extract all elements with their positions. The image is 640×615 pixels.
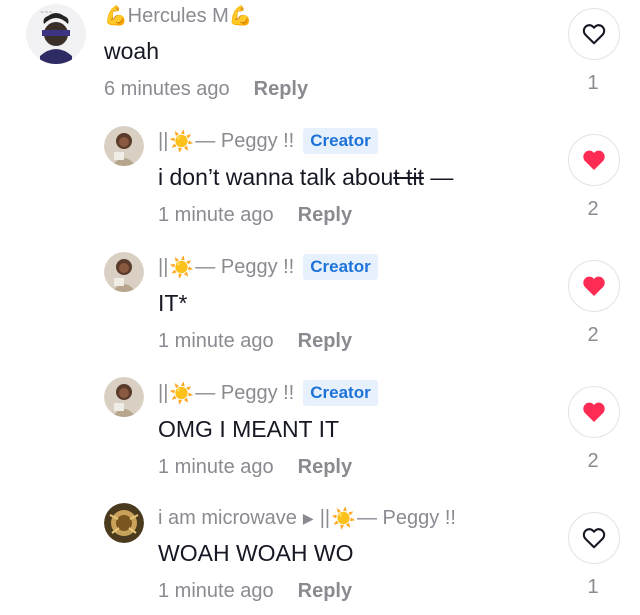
like-count: 1 <box>587 72 599 94</box>
comment-text-trailing: — <box>423 164 454 190</box>
username-prefix: || <box>158 381 169 404</box>
comment-meta: 1 minute ago Reply <box>158 580 352 603</box>
username-text: i am microwave <box>158 507 297 529</box>
creator-badge: Creator <box>303 380 378 406</box>
like-button[interactable] <box>568 260 620 312</box>
username-text: — Peggy !! <box>195 381 295 404</box>
comment-text: WOAH WOAH WO <box>158 540 354 566</box>
reply-button[interactable]: Reply <box>298 580 352 602</box>
sun-icon: ☀️ <box>169 256 195 279</box>
avatar[interactable] <box>104 377 144 417</box>
reply-button[interactable]: Reply <box>298 204 352 226</box>
comment-text: woah <box>104 38 159 64</box>
reply-button[interactable]: Reply <box>298 330 352 352</box>
comment-timestamp: 6 minutes ago <box>104 78 230 100</box>
comment-username[interactable]: || ☀️ — Peggy !! Creator <box>158 380 378 406</box>
reply-to-prefix: || <box>319 507 331 529</box>
username-prefix: || <box>158 255 169 278</box>
username-text: Hercules M <box>127 4 229 27</box>
heart-outline-icon <box>582 528 606 549</box>
comment-text: OMG I MEANT IT <box>158 416 340 442</box>
heart-filled-icon <box>583 150 605 170</box>
comment-username[interactable]: || ☀️ — Peggy !! Creator <box>158 254 378 280</box>
avatar[interactable] <box>104 252 144 292</box>
like-count: 2 <box>587 324 599 346</box>
comment-timestamp: 1 minute ago <box>158 456 274 478</box>
comment-text: IT* <box>158 290 188 316</box>
heart-filled-icon <box>583 276 605 296</box>
comment-timestamp: 1 minute ago <box>158 580 274 602</box>
avatar[interactable]: ~~~ <box>26 4 86 64</box>
reply-arrow-icon: ▶ <box>302 510 314 526</box>
reply-button[interactable]: Reply <box>254 78 308 100</box>
creator-badge: Creator <box>303 254 378 280</box>
username-prefix: || <box>158 129 169 152</box>
comment-meta: 1 minute ago Reply <box>158 456 352 479</box>
flexed-biceps-icon: 💪 <box>104 6 128 27</box>
comment-username[interactable]: 💪 Hercules M 💪 <box>104 4 252 28</box>
like-button[interactable] <box>568 8 620 60</box>
username-text: — Peggy !! <box>195 129 295 152</box>
comment-text: i don’t wanna talk about tit — <box>158 164 453 191</box>
username-text: — Peggy !! <box>195 255 295 278</box>
comment-text-strikethrough: t tit <box>393 164 424 190</box>
avatar[interactable] <box>104 126 144 166</box>
comment-meta: 1 minute ago Reply <box>158 204 352 227</box>
like-count: 2 <box>587 198 599 220</box>
reply-to-username: — Peggy !! <box>357 507 456 529</box>
flexed-biceps-icon: 💪 <box>228 6 253 27</box>
like-button[interactable] <box>568 512 620 564</box>
sun-icon: ☀️ <box>169 382 195 405</box>
comment-meta: 6 minutes ago Reply <box>104 78 308 101</box>
comment-username[interactable]: || ☀️ — Peggy !! Creator <box>158 128 378 154</box>
comment-username[interactable]: i am microwave ▶ || ☀️ — Peggy !! <box>158 506 456 531</box>
svg-text:~~~: ~~~ <box>40 10 53 16</box>
like-button[interactable] <box>568 134 620 186</box>
comment-timestamp: 1 minute ago <box>158 330 274 352</box>
avatar[interactable] <box>104 503 144 543</box>
comment-meta: 1 minute ago Reply <box>158 330 352 353</box>
creator-badge: Creator <box>303 128 378 154</box>
like-count: 2 <box>587 450 599 472</box>
comment-text-main: i don’t wanna talk abou <box>158 164 394 190</box>
sun-icon: ☀️ <box>169 130 195 153</box>
heart-filled-icon <box>583 402 605 422</box>
reply-button[interactable]: Reply <box>298 456 352 478</box>
heart-outline-icon <box>582 24 606 45</box>
sun-icon: ☀️ <box>331 508 356 530</box>
like-button[interactable] <box>568 386 620 438</box>
like-count: 1 <box>587 576 599 598</box>
comment-timestamp: 1 minute ago <box>158 204 274 226</box>
